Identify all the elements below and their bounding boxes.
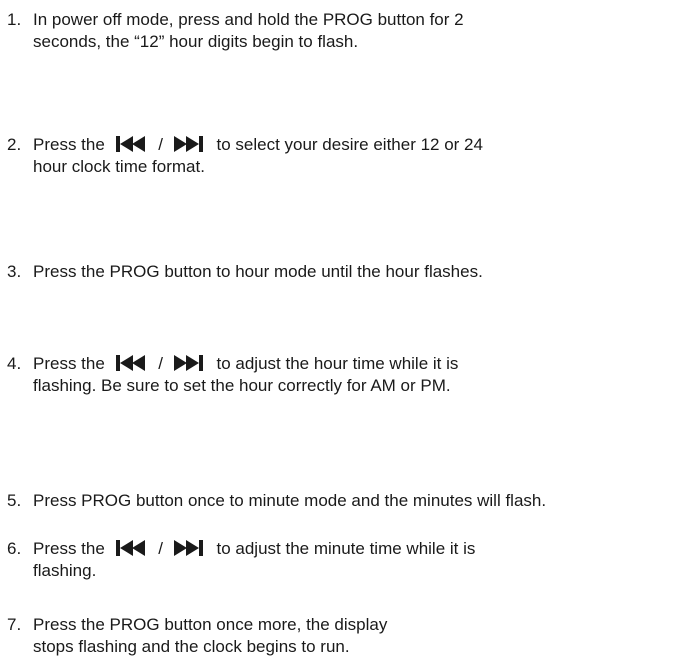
skip-previous-icon <box>115 355 148 372</box>
step-number: 4. <box>7 354 22 373</box>
icon-separator: / <box>158 135 164 154</box>
step-text-post: to adjust the hour time while it is <box>216 354 459 373</box>
step-text-line-1: Press the PROG button to hour mode until… <box>33 262 483 281</box>
step-text-line-2: flashing. <box>33 561 97 580</box>
skip-next-icon <box>173 540 206 557</box>
skip-next-icon <box>173 355 206 372</box>
skip-previous-icon <box>115 540 148 557</box>
icon-separator: / <box>158 539 164 558</box>
skip-next-icon <box>173 136 206 153</box>
step-text-line-1: Press PROG button once to minute mode an… <box>33 491 547 510</box>
icon-separator: / <box>158 354 164 373</box>
step-text-line-2: stops flashing and the clock begins to r… <box>33 637 350 656</box>
step-number: 3. <box>7 262 22 281</box>
step-text-line-1: Press the PROG button once more, the dis… <box>33 615 388 634</box>
step-number: 2. <box>7 135 22 154</box>
step-text-line-1: Press the / to select your desire either… <box>33 134 483 155</box>
step-text-line-1: Press the / to adjust the minute time wh… <box>33 538 475 559</box>
step-text-pre: Press the <box>33 354 105 373</box>
step-number: 7. <box>7 615 22 634</box>
step-text-post: to select your desire either 12 or 24 <box>216 135 483 154</box>
step-text-line-2: flashing. Be sure to set the hour correc… <box>33 376 451 395</box>
step-number: 6. <box>7 539 22 558</box>
step-text-pre: Press the <box>33 135 105 154</box>
step-text-line-1: Press the / to adjust the hour time whil… <box>33 353 458 374</box>
step-text-post: to adjust the minute time while it is <box>216 539 476 558</box>
step-text-line-2: hour clock time format. <box>33 157 205 176</box>
step-number: 5. <box>7 491 22 510</box>
step-text-line-1: In power off mode, press and hold the PR… <box>33 10 464 29</box>
step-text-pre: Press the <box>33 539 105 558</box>
skip-previous-icon <box>115 136 148 153</box>
step-text-line-2: seconds, the “12” hour digits begin to f… <box>33 32 359 51</box>
step-number: 1. <box>7 10 22 29</box>
